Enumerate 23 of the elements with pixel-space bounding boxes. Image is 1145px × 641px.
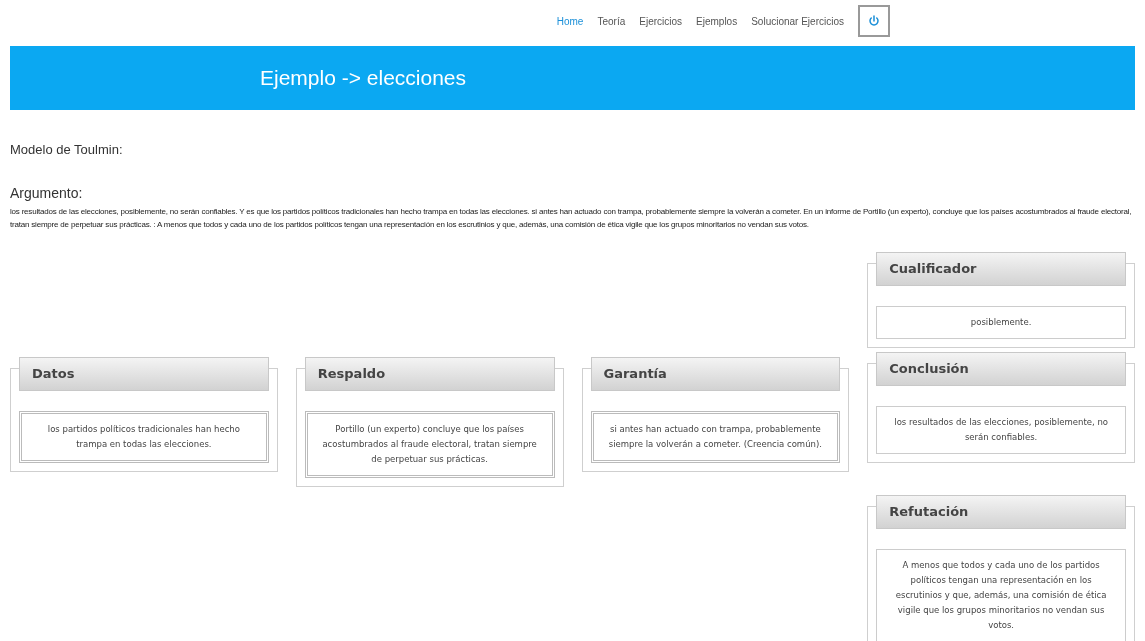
power-icon bbox=[868, 15, 880, 27]
card-text: posiblemente. bbox=[876, 305, 1126, 339]
card-text: los resultados de las elecciones, posiblemente, no serán confiables. bbox=[876, 405, 1126, 454]
card-text: Portillo (un experto) concluye que los países acostumbrados al fraude electoral, tratan siempre de perpetuar sus prácticas. bbox=[304, 410, 555, 478]
model-heading: Modelo de Toulmin: bbox=[10, 141, 124, 159]
card-text: los partidos políticos tradicionales han hecho trampa en todas las elecciones. bbox=[19, 410, 269, 463]
nav-link[interactable]: Solucionar Ejercicios bbox=[751, 13, 844, 29]
banner-title: Ejemplo -> elecciones bbox=[260, 65, 467, 92]
power-button[interactable] bbox=[858, 5, 890, 37]
card-text: si antes han actuado con trampa, probablemente siempre la volverán a cometer. (Creencia común). bbox=[590, 410, 841, 463]
card-header: Refutación bbox=[876, 494, 1126, 529]
nav-link[interactable]: Ejemplos bbox=[696, 13, 738, 29]
card-header: Garantía bbox=[590, 356, 841, 391]
card-header: Cualificador bbox=[876, 251, 1126, 286]
nav-link[interactable]: Home bbox=[556, 13, 584, 29]
card-text: A menos que todos y cada uno de los partidos políticos tengan una representación en los escrutinios y que, además, una comisión de ética vigile que los grupos minoritarios no vendan sus votos. bbox=[876, 548, 1126, 641]
nav-link[interactable]: Teoría bbox=[597, 13, 626, 29]
argument-text: los resultados de las elecciones, posiblemente, no serán confiables. Y es que los partidos políticos tradicionales han hecho trampa en todas las elecciones. si antes han actuado con trampa, probablemente siempre la volverán a cometer. En un informe de Portillo (un experto), concluye que los países acostumbrados al fraude electoral, tratan siempre de perpetuar sus prácticas. : A menos que todos y cada uno de los partidos políticos tengan una representación en los escrutinios y que, además, una comisión de ética vigile que los grupos minoritarios no vendan sus votos. bbox=[10, 205, 1133, 231]
card-header: Conclusión bbox=[876, 351, 1126, 386]
nav-link[interactable]: Ejercicios bbox=[639, 13, 683, 29]
card-header: Respaldo bbox=[304, 356, 555, 391]
argument-heading: Argumento: bbox=[10, 183, 84, 203]
card-header: Datos bbox=[19, 356, 269, 391]
